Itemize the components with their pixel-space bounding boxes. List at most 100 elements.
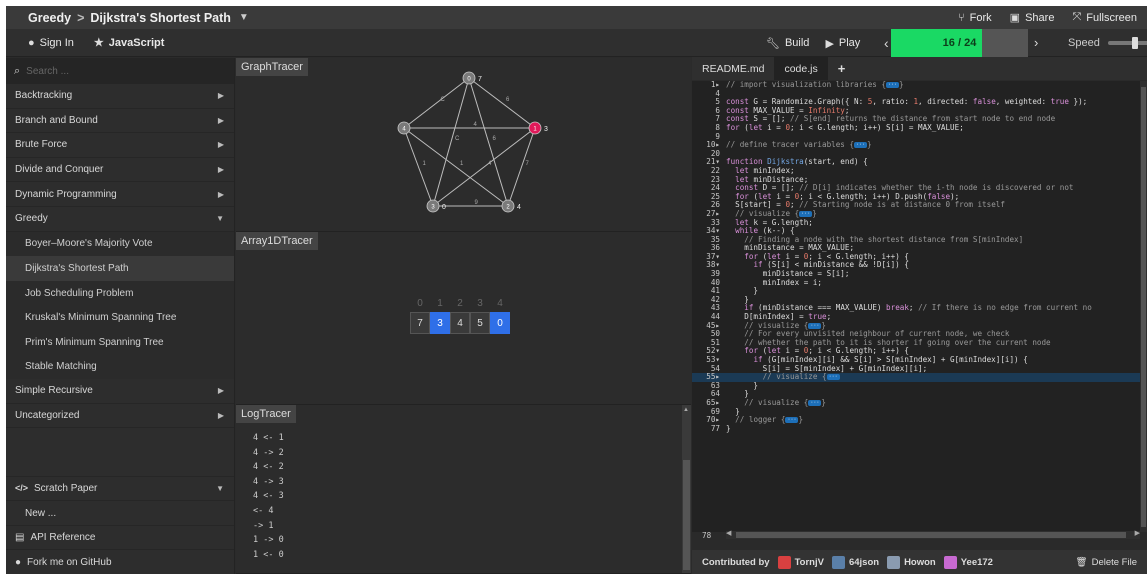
- search-input[interactable]: [26, 65, 207, 77]
- expand-icon: ⤧: [1072, 11, 1082, 23]
- sidebar-footer: </> Scratch Paper ▼ New ... ▤ API Refere…: [6, 475, 234, 574]
- fullscreen-button[interactable]: ⤧ Fullscreen: [1072, 11, 1137, 24]
- category-greedy[interactable]: Greedy ▼: [6, 207, 234, 232]
- wrench-icon: 🔧︎: [766, 37, 780, 50]
- category-label: Divide and Conquer: [15, 164, 104, 176]
- chevron-down-icon[interactable]: ▼: [239, 12, 249, 23]
- algorithm-label: Stable Matching: [25, 361, 97, 373]
- editor-horizontal-scrollbar[interactable]: ◀ ▶: [726, 529, 1140, 539]
- panel-title: LogTracer: [236, 405, 296, 423]
- log-output: 4 <- 1 4 -> 2 4 <- 2 4 -> 3 4 <- 3 <- 4 -> 1 1 …: [253, 433, 284, 564]
- chevron-right-icon: ▶: [217, 165, 224, 175]
- book-icon: ▤: [15, 532, 25, 544]
- progress-text: 16 / 24: [942, 37, 977, 49]
- build-button[interactable]: 🔧︎ Build: [766, 37, 809, 50]
- github-link[interactable]: ● Fork me on GitHub: [6, 549, 234, 574]
- speed-label: Speed: [1068, 37, 1100, 49]
- breadcrumb-category[interactable]: Greedy: [28, 11, 71, 25]
- api-reference-link[interactable]: ▤ API Reference: [6, 524, 234, 550]
- category-branch-and-bound[interactable]: Branch and Bound ▶: [6, 109, 234, 134]
- log-line: 4 -> 3: [253, 476, 284, 487]
- algorithm-item[interactable]: Boyer–Moore's Majority Vote: [6, 231, 234, 257]
- algorithm-item[interactable]: Kruskal's Minimum Spanning Tree: [6, 305, 234, 330]
- speed-slider[interactable]: [1107, 37, 1147, 49]
- category-divide-and-conquer[interactable]: Divide and Conquer ▶: [6, 158, 234, 183]
- scratch-paper-toggle[interactable]: </> Scratch Paper ▼: [6, 475, 234, 501]
- algorithm-item[interactable]: Stable Matching: [6, 354, 234, 380]
- chevron-right-icon: ▶: [217, 91, 224, 101]
- array-cell: 0: [490, 312, 510, 334]
- graph-edge: [468, 77, 509, 207]
- contributor[interactable]: Yee172: [943, 555, 993, 569]
- tab-readme[interactable]: README.md: [692, 57, 774, 80]
- category-backtracking[interactable]: Backtracking ▶: [6, 84, 234, 109]
- scroll-right-icon[interactable]: ▶: [1135, 529, 1140, 537]
- algorithm-item-active[interactable]: Dijkstra's Shortest Path: [6, 256, 234, 281]
- delete-file-button[interactable]: 🗑︎ Delete File: [1076, 557, 1137, 568]
- player-controls: 🔧︎ Build ▶ Play ‹ 16 / 24 › Speed: [766, 29, 1147, 57]
- next-step-button[interactable]: ›: [1034, 35, 1038, 50]
- add-tab-button[interactable]: +: [828, 57, 856, 80]
- category-simple-recursive[interactable]: Simple Recursive ▶: [6, 379, 234, 404]
- algorithm-item[interactable]: Job Scheduling Problem: [6, 280, 234, 306]
- chevron-right-icon: ▶: [217, 386, 224, 396]
- facebook-icon: ▣: [1009, 12, 1021, 24]
- api-reference-label: API Reference: [30, 532, 96, 544]
- algorithm-label: Dijkstra's Shortest Path: [25, 262, 129, 274]
- editor-vertical-scrollbar[interactable]: [1140, 81, 1147, 532]
- log-scrollbar[interactable]: ▲: [682, 405, 691, 573]
- build-label: Build: [784, 37, 810, 49]
- graph-node: 24: [501, 199, 521, 213]
- code-area[interactable]: 1▸// import visualization libraries {···…: [692, 81, 1140, 532]
- edge-weight: C: [441, 97, 446, 103]
- share-button[interactable]: ▣ Share: [1009, 11, 1055, 25]
- scrollbar-thumb[interactable]: [683, 460, 690, 570]
- speed-slider-knob[interactable]: [1132, 37, 1138, 49]
- scroll-up-icon[interactable]: ▲: [683, 407, 689, 413]
- code-line: 10▸// define tracer variables {···}: [706, 140, 872, 150]
- array-cell: 7: [410, 312, 430, 334]
- category-uncategorized[interactable]: Uncategorized ▶: [6, 404, 234, 429]
- fork-icon: ⑂: [958, 11, 965, 24]
- app-window: Greedy > Dijkstra's Shortest Path ▼ ⑂ Fo…: [6, 6, 1147, 574]
- algorithm-item[interactable]: Prim's Minimum Spanning Tree: [6, 329, 234, 355]
- edge-weight: 1: [460, 161, 464, 167]
- code-line: 77}: [710, 423, 731, 433]
- chevron-right-icon: ▶: [217, 115, 224, 125]
- code-editor: README.md code.js + 1▸// import visualiz…: [692, 57, 1147, 574]
- toolbar: ● Sign In ★ JavaScript 🔧︎ Build ▶ Play ‹…: [6, 29, 1147, 57]
- category-dynamic-programming[interactable]: Dynamic Programming ▶: [6, 182, 234, 207]
- new-scratch-button[interactable]: New ...: [6, 500, 234, 525]
- graph-edge: [432, 77, 470, 207]
- category-brute-force[interactable]: Brute Force ▶: [6, 133, 234, 158]
- contributor[interactable]: Howon: [887, 555, 936, 569]
- algorithm-label: Job Scheduling Problem: [25, 287, 134, 299]
- chevron-right-icon: ▶: [217, 189, 224, 199]
- contributor[interactable]: TornjV: [777, 555, 824, 569]
- fork-button[interactable]: ⑂ Fork: [958, 11, 992, 24]
- play-button[interactable]: ▶ Play: [825, 37, 860, 50]
- scroll-left-icon[interactable]: ◀: [726, 529, 731, 537]
- breadcrumb-algorithm[interactable]: Dijkstra's Shortest Path: [90, 11, 231, 25]
- node-distance: 4: [517, 204, 521, 211]
- avatar: [777, 555, 791, 569]
- array-index: 2: [457, 298, 463, 309]
- star-icon: ★: [93, 37, 104, 49]
- progress-bar[interactable]: 16 / 24: [891, 29, 1028, 57]
- code-line: 1▸// import visualization libraries {···…: [710, 81, 904, 89]
- play-icon: ▶: [825, 37, 834, 50]
- code-line-highlighted: 55▸ // visualize {···: [692, 372, 1140, 382]
- node-distance: 0: [442, 204, 446, 211]
- category-label: Brute Force: [15, 139, 68, 151]
- graph-edge: [403, 77, 470, 129]
- scrollbar-thumb[interactable]: [736, 532, 1126, 538]
- sign-in-button[interactable]: ● Sign In: [28, 36, 74, 49]
- graph-node: 4: [397, 121, 411, 135]
- contributor-name: TornjV: [794, 556, 824, 568]
- language-selector[interactable]: ★ JavaScript: [93, 36, 165, 50]
- search-icon: ⌕: [14, 64, 21, 77]
- contributor[interactable]: 64json: [831, 555, 879, 569]
- scrollbar-thumb[interactable]: [1141, 87, 1146, 527]
- breadcrumb[interactable]: Greedy > Dijkstra's Shortest Path ▼: [28, 11, 249, 25]
- tab-code-js[interactable]: code.js: [774, 57, 828, 80]
